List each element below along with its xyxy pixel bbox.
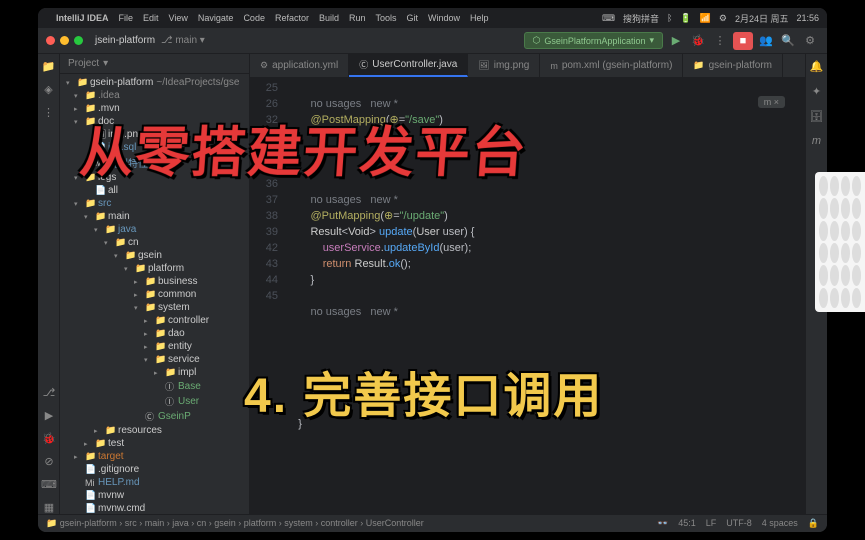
cursor-position[interactable]: 45:1: [678, 518, 696, 529]
stop-button[interactable]: ■: [733, 32, 753, 50]
tree-item[interactable]: ▸📁resources: [60, 424, 249, 437]
search-icon[interactable]: 🔍: [779, 32, 797, 50]
tree-item[interactable]: ▾📁gsein: [60, 249, 249, 262]
wifi-icon[interactable]: 📶: [700, 13, 711, 24]
database-icon[interactable]: 🗄: [810, 110, 824, 123]
project-tool-icon[interactable]: 📁: [42, 60, 56, 73]
tree-item[interactable]: ▸📁target: [60, 450, 249, 463]
tree-item[interactable]: ▸📁test: [60, 437, 249, 450]
editor-tab[interactable]: mpom.xml (gsein-platform): [540, 54, 683, 77]
tree-item[interactable]: ⒸGseinP: [60, 409, 249, 424]
tree-item[interactable]: 📄mvnw: [60, 489, 249, 502]
project-name[interactable]: jsein-platform: [95, 35, 155, 46]
tree-item[interactable]: ▾📁cn: [60, 236, 249, 249]
app-name[interactable]: IntelliJ IDEA: [56, 13, 109, 23]
problems-tool-icon[interactable]: ⊘: [44, 455, 53, 468]
tree-item[interactable]: MiHELP.md: [60, 476, 249, 489]
macos-menubar: IntelliJ IDEA File Edit View Navigate Co…: [38, 8, 827, 28]
editor-tabs: ⚙application.ymlⒸUserController.java🖼img…: [250, 54, 805, 78]
line-separator[interactable]: LF: [706, 518, 717, 529]
battery-icon[interactable]: 🔋: [680, 13, 691, 24]
menu-build[interactable]: Build: [319, 13, 339, 23]
tree-item[interactable]: ⒾBase: [60, 379, 249, 394]
run-configuration[interactable]: ⬡ GseinPlatformApplication ▾: [524, 32, 663, 49]
run-config-icon: ⬡: [533, 35, 541, 46]
menu-edit[interactable]: Edit: [143, 13, 159, 23]
chevron-down-icon: ▾: [649, 35, 654, 46]
input-method[interactable]: 搜狗拼音: [623, 12, 659, 25]
control-center-icon[interactable]: ⚙: [719, 13, 727, 24]
tree-item[interactable]: 📄.gitignore: [60, 463, 249, 476]
menu-navigate[interactable]: Navigate: [198, 13, 234, 23]
close-window[interactable]: [46, 36, 55, 45]
tree-item[interactable]: ▾📁main: [60, 210, 249, 223]
annotation-palette[interactable]: [815, 172, 865, 312]
lock-icon[interactable]: 🔒: [808, 518, 819, 529]
breadcrumb[interactable]: 📁 gsein-platform › src › main › java › c…: [46, 518, 424, 529]
input-method-icon[interactable]: ⌨: [602, 13, 615, 24]
encoding[interactable]: UTF-8: [726, 518, 752, 529]
editor-tab[interactable]: 📁gsein-platform: [683, 54, 783, 77]
tree-item[interactable]: ▾📁.idea: [60, 89, 249, 102]
editor-tab[interactable]: ⚙application.yml: [250, 54, 349, 77]
video-title-overlay: 从零搭建开发平台: [77, 108, 531, 187]
menu-tools[interactable]: Tools: [376, 13, 397, 23]
git-branch[interactable]: ⎇ main ▾: [161, 35, 205, 46]
tree-item[interactable]: ▾📁platform: [60, 262, 249, 275]
more-run-icon[interactable]: ⋮: [711, 32, 729, 50]
reader-mode-icon[interactable]: 👓: [657, 518, 668, 529]
code-with-me-icon[interactable]: 👥: [757, 32, 775, 50]
tree-item[interactable]: ▾📁service: [60, 353, 249, 366]
debug-tool-icon[interactable]: 🐞: [42, 432, 56, 445]
editor-tab[interactable]: 🖼img.png: [468, 54, 540, 77]
services-tool-icon[interactable]: ▦: [44, 501, 54, 514]
chevron-down-icon: ▾: [103, 58, 108, 69]
tree-item[interactable]: ▸📁dao: [60, 327, 249, 340]
ide-toolbar: jsein-platform ⎇ main ▾ ⬡ GseinPlatformA…: [38, 28, 827, 54]
date[interactable]: 2月24日 周五: [735, 12, 789, 25]
tree-item[interactable]: ▾📁system: [60, 301, 249, 314]
menu-help[interactable]: Help: [470, 13, 489, 23]
tree-item[interactable]: ⒾUser: [60, 394, 249, 409]
run-button[interactable]: ▶: [667, 32, 685, 50]
notifications-icon[interactable]: 🔔: [810, 60, 824, 73]
tree-item[interactable]: ▸📁entity: [60, 340, 249, 353]
minimize-window[interactable]: [60, 36, 69, 45]
left-tool-rail: 📁 ◈ ⋮ ⎇ ▶ 🐞 ⊘ ⌨ ▦: [38, 54, 60, 514]
editor-tab[interactable]: ⒸUserController.java: [349, 54, 468, 77]
commit-tool-icon[interactable]: ◈: [44, 83, 52, 96]
tree-item[interactable]: ▸📁controller: [60, 314, 249, 327]
video-subtitle-overlay: 4. 完善接口调用: [244, 356, 603, 426]
maven-badge[interactable]: m ×: [758, 96, 785, 108]
tree-item[interactable]: ▸📁impl: [60, 366, 249, 379]
menu-run[interactable]: Run: [349, 13, 366, 23]
structure-tool-icon[interactable]: ⋮: [43, 106, 54, 119]
ai-icon[interactable]: ✦: [812, 85, 821, 98]
bluetooth-icon[interactable]: ᛒ: [667, 13, 672, 23]
terminal-tool-icon[interactable]: ⌨: [41, 478, 57, 491]
menu-file[interactable]: File: [119, 13, 134, 23]
maximize-window[interactable]: [74, 36, 83, 45]
debug-button[interactable]: 🐞: [689, 32, 707, 50]
indent[interactable]: 4 spaces: [762, 518, 798, 529]
sidebar-header[interactable]: Project ▾: [60, 54, 249, 74]
git-tool-icon[interactable]: ⎇: [43, 386, 56, 399]
menu-git[interactable]: Git: [407, 13, 419, 23]
tree-item[interactable]: ▸📁business: [60, 275, 249, 288]
tree-item[interactable]: ▾📁java: [60, 223, 249, 236]
menu-code[interactable]: Code: [243, 13, 265, 23]
status-bar: 📁 gsein-platform › src › main › java › c…: [38, 514, 827, 532]
menu-refactor[interactable]: Refactor: [275, 13, 309, 23]
run-tool-icon[interactable]: ▶: [45, 409, 53, 422]
menu-view[interactable]: View: [169, 13, 188, 23]
menu-window[interactable]: Window: [428, 13, 460, 23]
maven-icon[interactable]: m: [812, 135, 821, 147]
tree-item[interactable]: ▾📁src: [60, 197, 249, 210]
settings-icon[interactable]: ⚙: [801, 32, 819, 50]
tree-item[interactable]: 📄mvnw.cmd: [60, 502, 249, 514]
tree-item[interactable]: ▸📁common: [60, 288, 249, 301]
time[interactable]: 21:56: [796, 13, 819, 23]
window-controls: [46, 36, 83, 45]
